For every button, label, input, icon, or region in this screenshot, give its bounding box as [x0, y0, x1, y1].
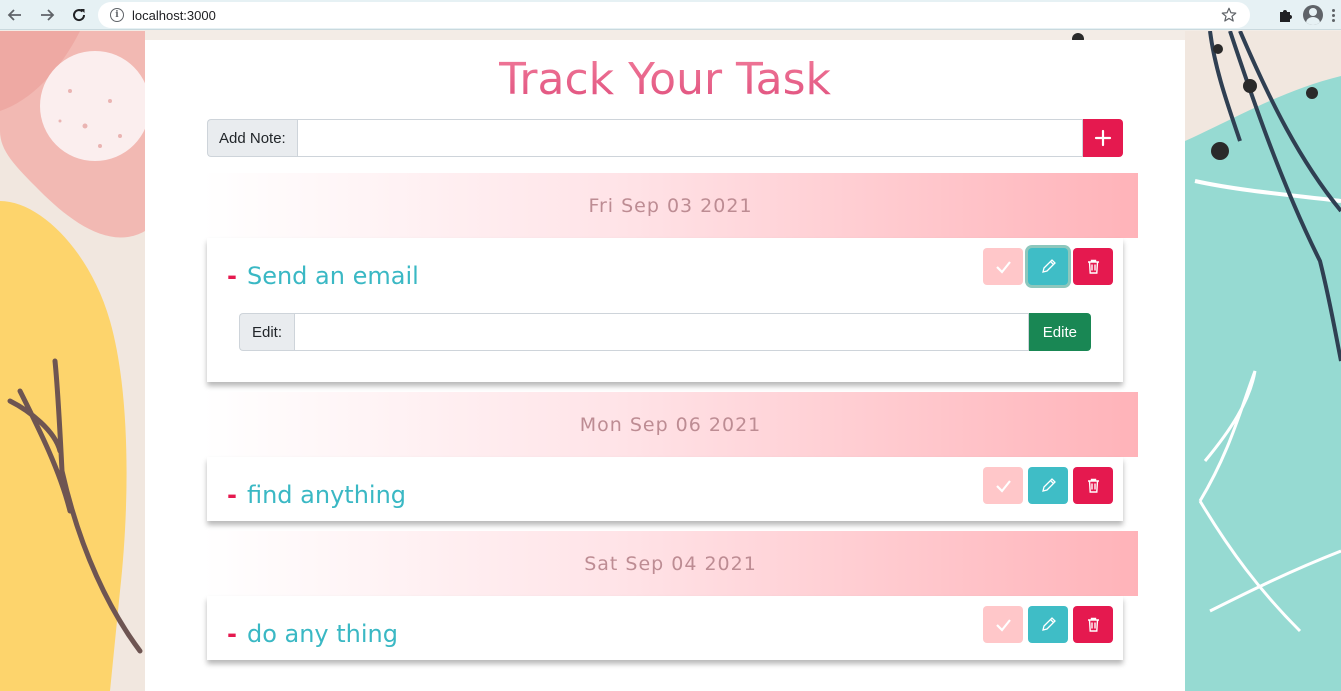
- check-icon: [995, 261, 1011, 274]
- task-item: - Send an email: [227, 262, 419, 290]
- submit-edit-button[interactable]: Edite: [1028, 313, 1091, 351]
- task-actions: [983, 606, 1113, 643]
- trash-icon: [1087, 259, 1099, 274]
- trash-icon: [1087, 478, 1099, 493]
- edit-label: Edit:: [239, 313, 295, 351]
- add-note-input[interactable]: [296, 119, 1083, 157]
- address-bar[interactable]: i localhost:3000: [98, 2, 1250, 28]
- back-icon[interactable]: [4, 4, 26, 26]
- task-card: - do any thing: [207, 596, 1123, 660]
- date-header: Mon Sep 06 2021: [203, 392, 1138, 457]
- page-title-container: Track Your Task: [145, 54, 1185, 105]
- plus-icon: [1094, 129, 1112, 147]
- task-card: - find anything: [207, 457, 1123, 521]
- star-icon[interactable]: [1220, 6, 1238, 24]
- date-header: Fri Sep 03 2021: [203, 173, 1138, 238]
- bullet-dash: -: [227, 481, 237, 509]
- browser-toolbar: i localhost:3000: [0, 0, 1341, 30]
- edit-input[interactable]: [294, 313, 1029, 351]
- task-title: find anything: [246, 481, 407, 509]
- task-actions: [983, 467, 1113, 504]
- add-note-form: Add Note:: [207, 119, 1123, 157]
- main-card: Track Your Task Add Note: Fri Sep 03 202…: [145, 40, 1185, 691]
- pencil-icon: [1041, 478, 1056, 492]
- edit-form: Edit: Edite: [239, 313, 1091, 351]
- date-header: Sat Sep 04 2021: [203, 531, 1138, 596]
- pencil-icon: [1041, 617, 1056, 631]
- add-note-label: Add Note:: [207, 119, 297, 157]
- url-text[interactable]: localhost:3000: [132, 8, 216, 23]
- check-icon: [995, 480, 1011, 493]
- avatar-icon[interactable]: [1303, 5, 1323, 25]
- edit-button[interactable]: [1028, 606, 1068, 643]
- complete-button[interactable]: [983, 606, 1023, 643]
- complete-button[interactable]: [983, 248, 1023, 285]
- delete-button[interactable]: [1073, 467, 1113, 504]
- check-icon: [995, 619, 1011, 632]
- bullet-dash: -: [227, 262, 237, 290]
- task-item: - do any thing: [227, 620, 398, 648]
- puzzle-icon[interactable]: [1273, 2, 1299, 28]
- task-item: - find anything: [227, 481, 406, 509]
- task-card: - Send an email Edit: Edite: [207, 238, 1123, 382]
- add-note-button[interactable]: [1083, 119, 1123, 157]
- edit-button[interactable]: [1028, 467, 1068, 504]
- forward-icon[interactable]: [36, 4, 58, 26]
- page-title: Track Your Task: [499, 54, 831, 105]
- kebab-icon[interactable]: [1327, 8, 1339, 22]
- info-icon[interactable]: i: [110, 8, 124, 22]
- task-title: do any thing: [246, 620, 398, 648]
- edit-button[interactable]: [1028, 248, 1068, 285]
- task-actions: [983, 248, 1113, 285]
- bullet-dash: -: [227, 620, 237, 648]
- trash-icon: [1087, 617, 1099, 632]
- complete-button[interactable]: [983, 467, 1023, 504]
- task-title: Send an email: [246, 262, 419, 290]
- delete-button[interactable]: [1073, 606, 1113, 643]
- delete-button[interactable]: [1073, 248, 1113, 285]
- pencil-icon: [1041, 259, 1056, 273]
- reload-icon[interactable]: [68, 4, 90, 26]
